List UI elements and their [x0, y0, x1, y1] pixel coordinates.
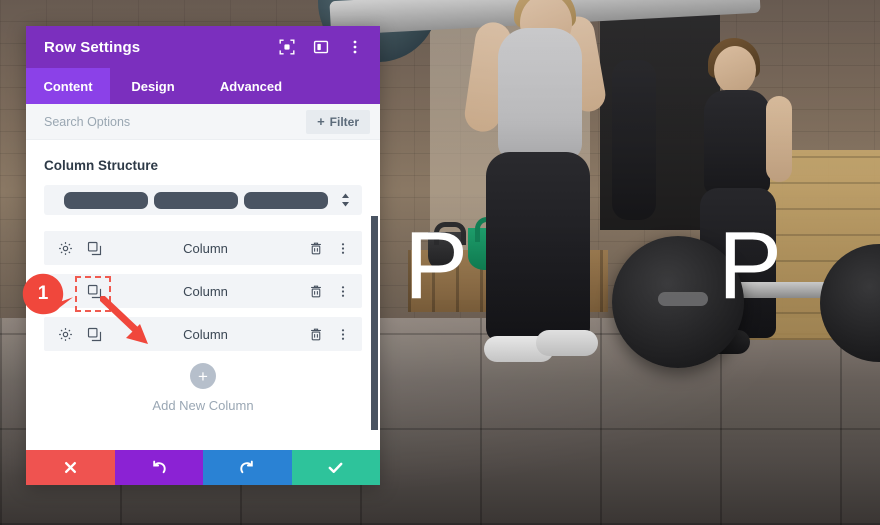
redo-button[interactable] — [203, 450, 292, 485]
column-structure-picker[interactable] — [44, 185, 362, 215]
panel-body: Column Structure Column Column Column + … — [26, 140, 380, 450]
gear-icon[interactable] — [58, 327, 73, 342]
duplicate-icon[interactable] — [87, 241, 102, 256]
structure-column-bar-1 — [64, 191, 148, 209]
column-row-2[interactable]: Column — [44, 274, 362, 308]
row-settings-panel: Row Settings Content Design Advanced Sea… — [26, 26, 380, 485]
dots-vertical-icon[interactable] — [336, 327, 350, 342]
tab-content[interactable]: Content — [26, 68, 110, 104]
panel-header: Row Settings — [26, 26, 380, 68]
save-button[interactable] — [291, 450, 380, 485]
column-row-label: Column — [183, 283, 228, 299]
screen: P P Row Settings Content Design Advanced… — [0, 0, 880, 525]
dots-vertical-icon[interactable] — [336, 284, 350, 299]
page-title: Row Settings — [44, 38, 141, 56]
undo-button[interactable] — [114, 450, 203, 485]
panel-scrollbar[interactable] — [371, 216, 378, 430]
updown-caret-icon[interactable] — [338, 193, 352, 207]
filter-button[interactable]: + Filter — [306, 109, 370, 134]
duplicate-icon[interactable] — [87, 327, 102, 342]
gear-icon[interactable] — [58, 241, 73, 256]
add-new-column-label: Add New Column — [152, 398, 254, 413]
plus-icon: + — [317, 114, 325, 129]
structure-column-bar-3 — [244, 191, 328, 209]
duplicate-icon[interactable] — [87, 284, 102, 299]
panel-footer — [26, 450, 380, 485]
section-title-column-structure: Column Structure — [44, 158, 159, 173]
trash-icon[interactable] — [309, 327, 323, 342]
more-options-icon[interactable] — [346, 38, 364, 56]
trash-icon[interactable] — [309, 284, 323, 299]
panel-tabs: Content Design Advanced — [26, 68, 380, 104]
focus-icon[interactable] — [278, 38, 296, 56]
panel-header-actions — [278, 38, 364, 56]
filter-button-label: Filter — [329, 114, 359, 129]
structure-column-bar-2 — [154, 191, 238, 209]
background-letter-2: P — [718, 212, 783, 319]
add-new-column-button[interactable]: + Add New Column — [44, 363, 362, 413]
plus-icon: + — [190, 363, 216, 389]
layout-panel-icon[interactable] — [312, 38, 330, 56]
tab-design[interactable]: Design — [110, 68, 196, 104]
column-row-label: Column — [183, 240, 228, 256]
column-row-3[interactable]: Column — [44, 317, 362, 351]
tab-advanced[interactable]: Advanced — [196, 68, 306, 104]
column-row-1[interactable]: Column — [44, 231, 362, 265]
search-input[interactable] — [44, 114, 307, 129]
trash-icon[interactable] — [309, 241, 323, 256]
search-bar: + Filter — [26, 104, 380, 140]
column-row-label: Column — [183, 326, 228, 342]
background-letter-1: P — [404, 212, 469, 319]
cancel-button[interactable] — [26, 450, 115, 485]
dots-vertical-icon[interactable] — [336, 241, 350, 256]
